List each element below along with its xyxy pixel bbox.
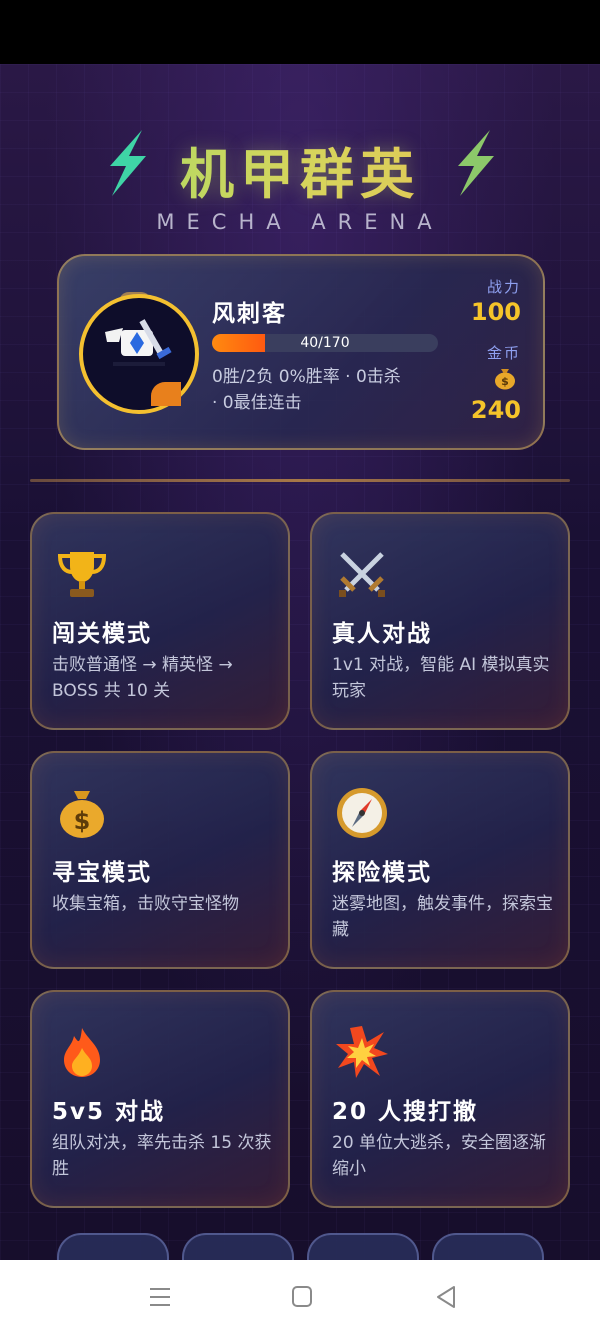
mode-title: 20 人搜打撤 [332, 1099, 479, 1125]
level-badge [151, 382, 181, 406]
status-bar [0, 0, 600, 64]
fire-icon [64, 1028, 100, 1077]
bottom-tab-3[interactable] [307, 1233, 419, 1260]
trophy-icon [57, 552, 107, 597]
mode-description: 1v1 对战，智能 AI 模拟真实玩家 [332, 655, 550, 701]
mode-title: 寻宝模式 [52, 860, 152, 886]
system-navigation-bar [0, 1260, 600, 1333]
coins-value: 240 [470, 396, 521, 424]
coins-label: 金币 [486, 344, 521, 362]
menu-icon[interactable] [146, 1284, 174, 1310]
stats-line-1: 0胜/2负 0%胜率 · 0击杀 [212, 367, 401, 387]
crossed-swords-icon [339, 552, 385, 597]
player-profile-card[interactable]: 风刺客 40/170 0胜/2负 0%胜率 · 0击杀 · 0最佳连击 战力 1… [57, 254, 545, 450]
money-bag-icon: $ [60, 791, 104, 838]
power-label: 战力 [486, 278, 521, 296]
main-screen: 机甲群英 MECHA ARENA 风刺客 40/170 0胜/2负 0%胜率 ·… [0, 64, 600, 1260]
money-bag-small-icon: $ [495, 369, 515, 390]
xp-progress-bar: 40/170 [212, 334, 438, 352]
mode-description: 击败普通怪 → 精英怪 → BOSS 共 10 关 [52, 655, 233, 701]
svg-text:$: $ [74, 807, 91, 835]
bottom-tab-2[interactable] [182, 1233, 294, 1260]
player-stats: 0胜/2负 0%胜率 · 0击杀 · 0最佳连击 [212, 364, 442, 416]
title-row: 机甲群英 [0, 124, 600, 206]
mode-description: 迷雾地图，触发事件，探索宝藏 [332, 894, 553, 940]
avatar[interactable] [79, 294, 199, 414]
mode-card-campaign[interactable]: 闯关模式 击败普通怪 → 精英怪 → BOSS 共 10 关 [30, 512, 290, 730]
app-title: 机甲群英 [0, 130, 600, 209]
mode-description: 收集宝箱，击败守宝怪物 [52, 894, 239, 914]
back-icon[interactable] [432, 1284, 460, 1310]
mode-card-explore[interactable]: 探险模式 迷雾地图，触发事件，探索宝藏 [310, 751, 570, 969]
bottom-tab-4[interactable] [432, 1233, 544, 1260]
bottom-tab-1[interactable] [57, 1233, 169, 1260]
mode-description: 20 单位大逃杀，安全圈逐渐缩小 [332, 1133, 547, 1179]
mode-card-battle-royale[interactable]: 20 人搜打撤 20 单位大逃杀，安全圈逐渐缩小 [310, 990, 570, 1208]
mode-description: 组队对决，率先击杀 15 次获胜 [52, 1133, 272, 1179]
xp-text: 40/170 [300, 335, 350, 351]
section-divider [30, 479, 570, 482]
app-subtitle: MECHA ARENA [156, 210, 444, 234]
mode-title: 真人对战 [332, 621, 432, 647]
mode-title: 闯关模式 [52, 621, 152, 647]
mode-title: 5v5 对战 [52, 1099, 166, 1125]
mode-title: 探险模式 [332, 860, 432, 886]
mode-card-5v5[interactable]: 5v5 对战 组队对决，率先击杀 15 次获胜 [30, 990, 290, 1208]
lightning-right-icon [458, 130, 494, 196]
mode-card-pvp[interactable]: 真人对战 1v1 对战，智能 AI 模拟真实玩家 [310, 512, 570, 730]
home-icon[interactable] [288, 1284, 316, 1310]
power-value: 100 [470, 298, 521, 326]
svg-text:$: $ [501, 375, 509, 388]
explosion-icon [336, 1026, 388, 1078]
compass-icon [337, 788, 387, 838]
player-name: 风刺客 [212, 301, 287, 327]
mode-card-treasure[interactable]: $ 寻宝模式 收集宝箱，击败守宝怪物 [30, 751, 290, 969]
stats-line-2: · 0最佳连击 [212, 393, 302, 413]
